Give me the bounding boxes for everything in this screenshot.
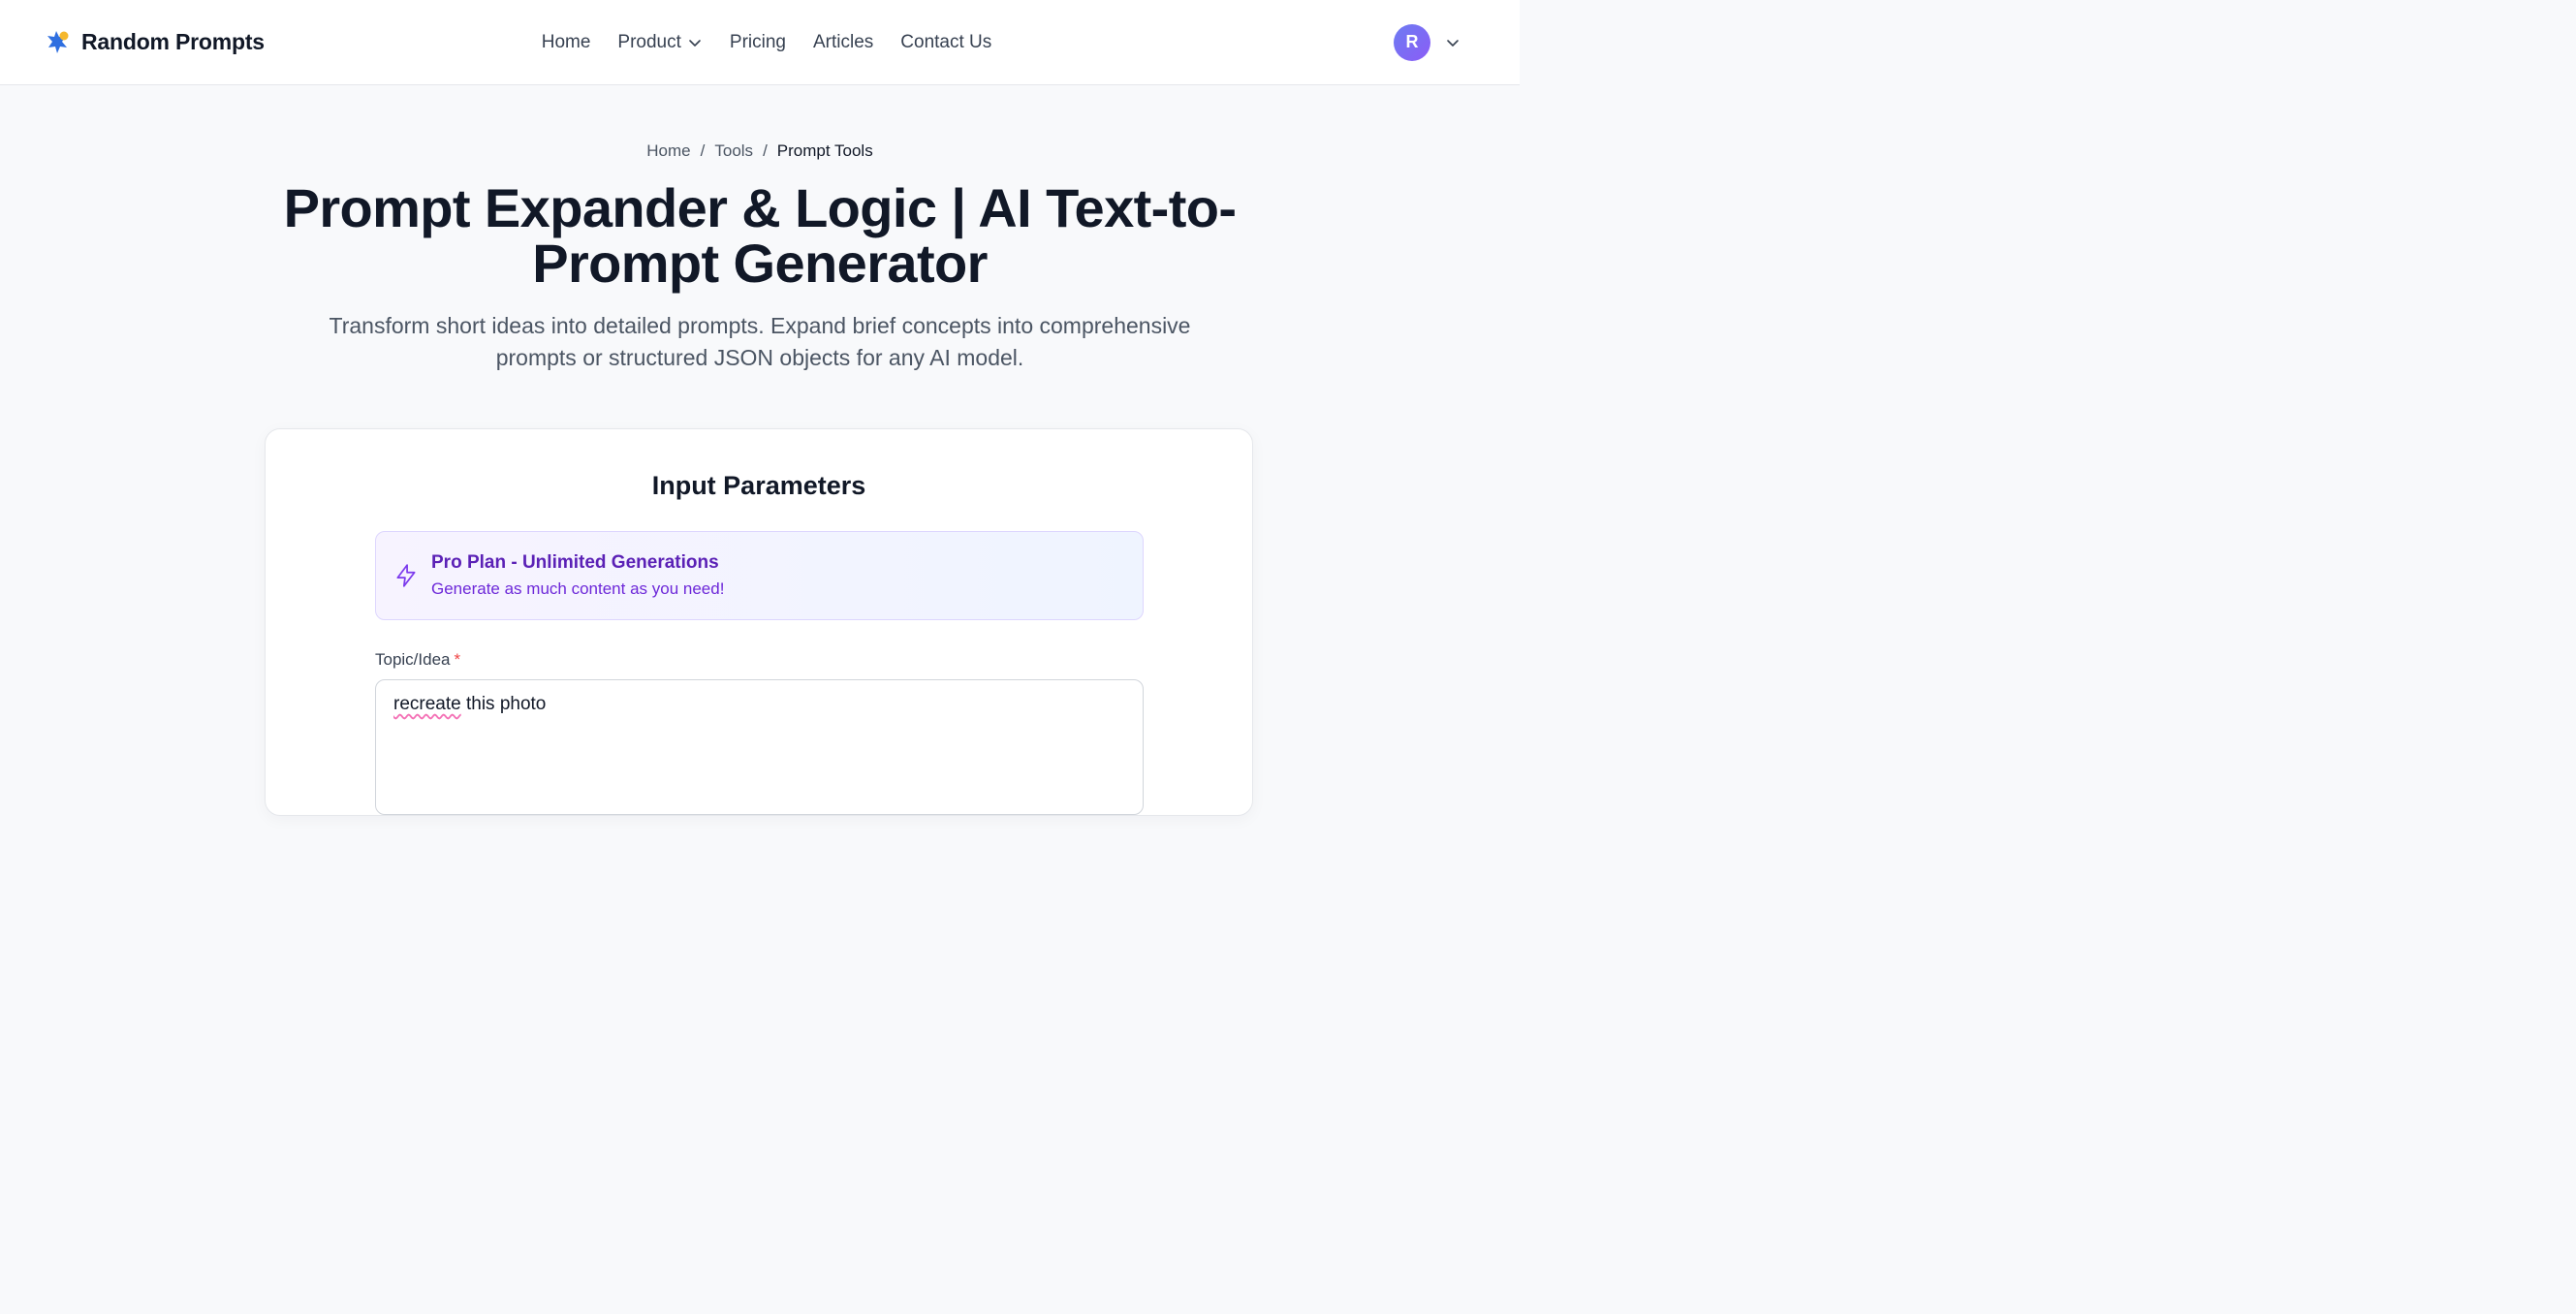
pro-plan-banner: Pro Plan - Unlimited Generations Generat…	[375, 531, 1144, 620]
page-title: Prompt Expander & Logic | AI Text-to-Pro…	[283, 177, 1237, 294]
plan-description: Generate as much content as you need!	[431, 579, 725, 598]
required-mark: *	[454, 650, 461, 669]
topic-input-value: recreate this photo	[393, 694, 546, 715]
plan-text: Pro Plan - Unlimited Generations Generat…	[431, 552, 724, 599]
topic-value-misspelled-word: recreate	[393, 694, 461, 714]
chevron-down-icon[interactable]	[1444, 34, 1461, 51]
breadcrumb-separator: /	[763, 141, 768, 160]
breadcrumb-current: Prompt Tools	[776, 141, 873, 160]
nav-product-label: Product	[617, 32, 681, 52]
nav-home[interactable]: Home	[542, 32, 591, 53]
nav-product[interactable]: Product	[617, 32, 702, 53]
avatar[interactable]: R	[1394, 23, 1430, 61]
plan-title: Pro Plan - Unlimited Generations	[431, 552, 719, 573]
topic-label: Topic/Idea *	[375, 650, 460, 670]
breadcrumb: Home / Tools / Prompt Tools	[0, 141, 1520, 161]
input-parameters-card: Input Parameters Pro Plan - Unlimited Ge…	[265, 428, 1253, 816]
brand[interactable]: Random Prompts	[45, 28, 265, 57]
top-navbar: Random Prompts Home Product Pricing Arti…	[0, 0, 1520, 85]
nav-contact[interactable]: Contact Us	[900, 32, 991, 53]
bolt-icon	[396, 564, 416, 587]
breadcrumb-separator: /	[700, 141, 706, 160]
nav-pricing[interactable]: Pricing	[730, 32, 786, 53]
topic-value-rest: this photo	[460, 694, 547, 714]
brand-name: Random Prompts	[81, 29, 265, 54]
breadcrumb-tools[interactable]: Tools	[714, 141, 753, 161]
breadcrumb-home[interactable]: Home	[646, 141, 690, 161]
main-content: Home / Tools / Prompt Tools Prompt Expan…	[0, 85, 1520, 374]
page-subtitle: Transform short ideas into detailed prom…	[329, 313, 1191, 370]
nav-articles[interactable]: Articles	[813, 32, 873, 53]
card-title: Input Parameters	[651, 471, 866, 500]
topic-label-text: Topic/Idea	[375, 650, 451, 669]
chevron-down-icon	[689, 40, 701, 47]
account-menu[interactable]: R	[1394, 23, 1461, 61]
puzzle-star-icon	[47, 30, 69, 53]
